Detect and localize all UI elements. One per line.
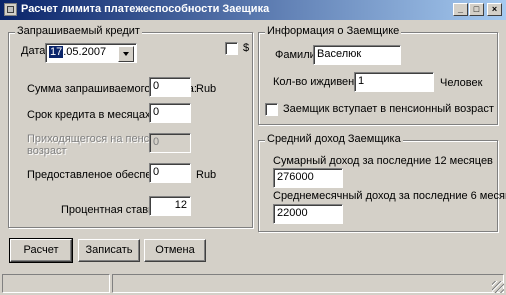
amount-unit: Rub [196,83,217,95]
title-bar: Расчет лимита платежеспособности Заещика… [0,0,506,20]
term-label: Срок кредита в месяцах: [27,109,154,121]
dropdown-arrow-icon[interactable] [118,46,134,62]
app-icon [4,3,17,16]
requested-credit-group: Запрашиваемый кредит Дата: 17.05.2007 $ … [8,25,253,228]
term-input[interactable]: 0 [149,103,191,123]
average-income-legend: Средний доход Заемщика [265,133,403,145]
window-title: Расчет лимита платежеспособности Заещика [21,3,270,15]
resize-grip-icon[interactable] [492,281,504,293]
currency-checkbox[interactable] [225,42,238,55]
pension-age-checkbox-label: Заемщик вступает в пенсионный возраст [283,103,494,115]
total-income-12m-input[interactable]: 276000 [273,168,343,188]
minimize-button[interactable]: _ [453,3,468,16]
amount-input[interactable]: 0 [149,77,191,97]
currency-label: $ [243,42,250,54]
average-income-group: Средний доход Заемщика Сумарный доход за… [258,133,506,232]
borrower-info-legend: Информация о Заемщике [265,25,402,37]
status-bar [0,272,506,295]
pension-age-checkbox[interactable] [265,103,278,116]
status-panel-1 [2,274,110,293]
status-panel-2 [112,274,504,293]
pension-months-label-2: возраст [27,145,67,157]
total-income-12m-label: Сумарный доход за последние 12 месяцев [273,155,493,167]
date-combobox[interactable]: 17.05.2007 [45,43,137,63]
cancel-button[interactable]: Отмена [144,239,206,262]
requested-credit-legend: Запрашиваемый кредит [15,25,142,37]
save-button[interactable]: Записать [78,239,140,262]
rate-label: Процентная ставка: [61,204,163,216]
dependents-input[interactable]: 1 [354,72,434,92]
borrower-info-group: Информация о Заемщике Фамилия Васелюк Ко… [258,25,498,125]
avg-income-6m-label: Среднемесячный доход за последние 6 меся… [273,190,506,202]
date-day-selected: 17 [49,46,64,58]
close-button[interactable]: × [487,3,502,16]
pension-months-input: 0 [149,133,191,153]
rate-input[interactable]: 12 [149,196,191,216]
date-month-year: .05.2007 [63,46,107,58]
avg-income-6m-input[interactable]: 22000 [273,204,343,224]
collateral-input[interactable]: 0 [149,163,191,183]
dependents-unit: Человек [440,77,483,89]
calculate-button[interactable]: Расчет [9,238,73,263]
maximize-button[interactable]: □ [469,3,484,16]
collateral-unit: Rub [196,169,217,181]
surname-input[interactable]: Васелюк [313,45,401,65]
